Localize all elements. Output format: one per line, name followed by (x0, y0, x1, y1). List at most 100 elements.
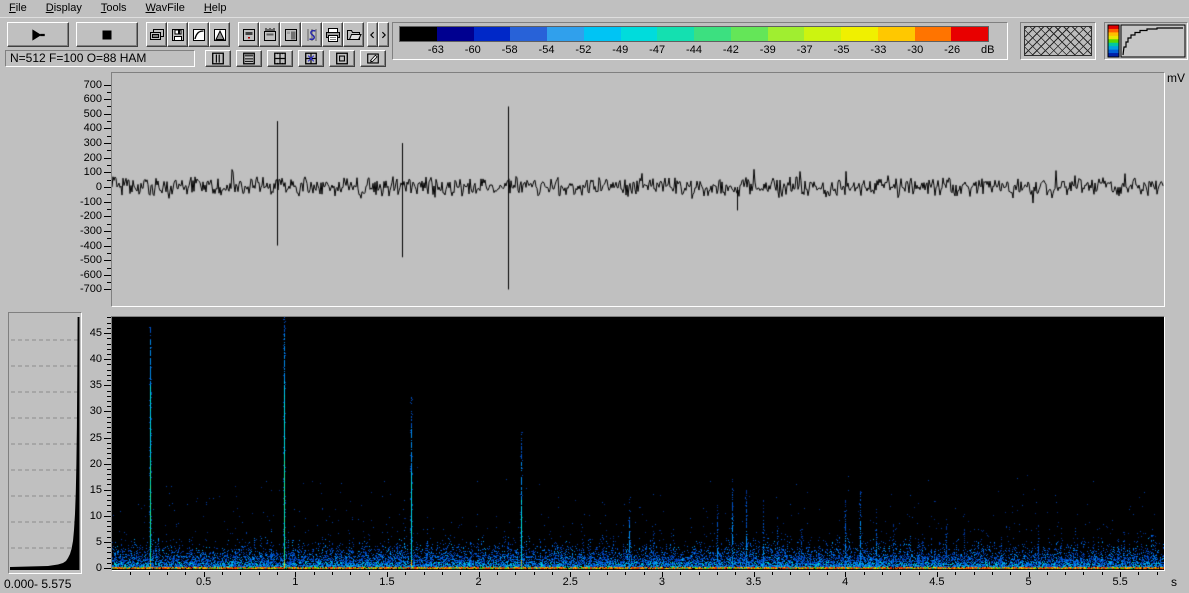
open-file-icon (346, 27, 362, 43)
spectrogram-y-tick (107, 353, 111, 355)
waveform-y-tick (107, 194, 111, 196)
colorbar-tick-label: -60 (464, 44, 481, 56)
colorbar-tick-label: -63 (427, 44, 444, 56)
time-axis-tick (808, 572, 810, 575)
waveform-y-tick (104, 99, 111, 101)
peak-window-icon (212, 27, 228, 43)
next-button[interactable] (378, 22, 389, 47)
waveform-y-tick (107, 252, 111, 254)
colorbar-segment (657, 27, 694, 41)
spectrogram-y-tick (107, 343, 111, 345)
colorbar-tick-label: -26 (944, 44, 961, 56)
scale-curve-button[interactable] (188, 22, 209, 47)
amplitude-histogram (10, 317, 80, 570)
spectrogram-plot-frame (111, 316, 1165, 571)
colorbar-segment (841, 27, 878, 41)
waveform-y-tick-label: -100 (79, 195, 102, 208)
time-unit-label: s (1171, 575, 1177, 589)
colorbar-segment (583, 27, 621, 41)
time-axis-tick (1138, 572, 1140, 575)
edit-pane-button[interactable] (360, 50, 386, 67)
colorbar-tick-label: -42 (722, 44, 739, 56)
time-axis-tick (441, 572, 443, 575)
waveform-y-tick (107, 165, 111, 167)
time-axis-tick (551, 572, 553, 575)
time-axis-tick (258, 572, 260, 575)
grid-horizontal-icon (242, 52, 256, 65)
waveform-unit-label: mV (1167, 71, 1185, 85)
grid-quad-cross-button[interactable] (298, 50, 324, 67)
analysis-settings-status: N=512 F=100 O=88 HAM (5, 50, 195, 67)
spectrogram-plot[interactable] (112, 317, 1164, 570)
waveform-y-tick (104, 260, 111, 262)
time-axis-tick (680, 572, 682, 575)
play-button[interactable] (7, 22, 69, 47)
time-axis-tick (900, 572, 902, 575)
spectrogram-y-tick (107, 494, 111, 496)
spectrogram-y-tick (107, 479, 111, 481)
inner-window-button[interactable] (329, 50, 355, 67)
time-axis-tick (881, 572, 883, 575)
time-axis-tick (588, 572, 590, 575)
waveform-y-tick (104, 201, 111, 203)
waveform-y-tick (104, 230, 111, 232)
peak-window-button[interactable] (209, 22, 230, 47)
spectrogram-y-tick (104, 463, 111, 465)
inner-window-icon (335, 52, 349, 65)
waveform-plot[interactable] (112, 73, 1164, 306)
spectrogram-y-tick (104, 437, 111, 439)
menu-item-display[interactable]: Display (44, 2, 84, 14)
waveform-y-tick (104, 157, 111, 159)
spectrogram-y-tick (107, 374, 111, 376)
stop-icon (98, 26, 116, 44)
spectrogram-y-tick (107, 348, 111, 350)
time-axis-tick (1010, 572, 1012, 575)
grid-quad-button[interactable] (267, 50, 293, 67)
waveform-y-tick (107, 282, 111, 284)
spectrogram-y-tick (104, 515, 111, 517)
pane-signal-button[interactable] (301, 22, 322, 47)
menu-item-wavfile[interactable]: WavFile (144, 2, 187, 14)
print-button[interactable] (322, 22, 343, 47)
menu-item-help[interactable]: Help (202, 2, 229, 14)
spectrogram-y-tick (107, 322, 111, 324)
time-axis-tick (405, 572, 407, 575)
waveform-y-tick-label: -200 (79, 210, 102, 223)
time-axis-tick-label: 2.5 (562, 576, 578, 588)
pane-shaded-button[interactable] (280, 22, 301, 47)
stop-button[interactable] (76, 22, 138, 47)
colorbar-segment (547, 27, 584, 41)
spectrogram-y-tick (107, 427, 111, 429)
waveform-y-tick (107, 106, 111, 108)
time-axis-tick (863, 572, 865, 575)
capture-window-button[interactable] (146, 22, 167, 47)
waveform-y-tick (107, 135, 111, 137)
waveform-y-tick-label: 700 (83, 78, 102, 91)
time-axis-tick (185, 572, 187, 575)
time-axis-tick (515, 572, 517, 575)
waveform-y-tick-label: -300 (79, 224, 102, 237)
pane-trace-button[interactable] (238, 22, 259, 47)
time-axis-tick (1065, 572, 1067, 575)
print-icon (325, 27, 341, 43)
spectrogram-y-tick (107, 380, 111, 382)
pane-shaded-icon (283, 27, 299, 43)
time-axis-tick (1156, 572, 1158, 575)
menu-item-tools[interactable]: Tools (99, 2, 129, 14)
waveform-y-tick (107, 223, 111, 225)
waveform-y-tick-label: -500 (79, 254, 102, 267)
waveform-y-tick-label: -700 (79, 283, 102, 296)
time-axis-tick (240, 572, 242, 575)
prev-button[interactable] (367, 22, 378, 47)
open-file-button[interactable] (343, 22, 364, 47)
time-axis-tick (148, 572, 150, 575)
time-axis-tick (533, 572, 535, 575)
waveform-y-tick (104, 84, 111, 86)
waveform-y-tick-label: 400 (83, 122, 102, 135)
spectrogram-y-tick (107, 500, 111, 502)
menu-item-file[interactable]: File (7, 2, 29, 14)
pane-ticks-button[interactable] (259, 22, 280, 47)
grid-vertical-button[interactable] (205, 50, 231, 67)
save-button[interactable] (167, 22, 188, 47)
grid-horizontal-button[interactable] (236, 50, 262, 67)
